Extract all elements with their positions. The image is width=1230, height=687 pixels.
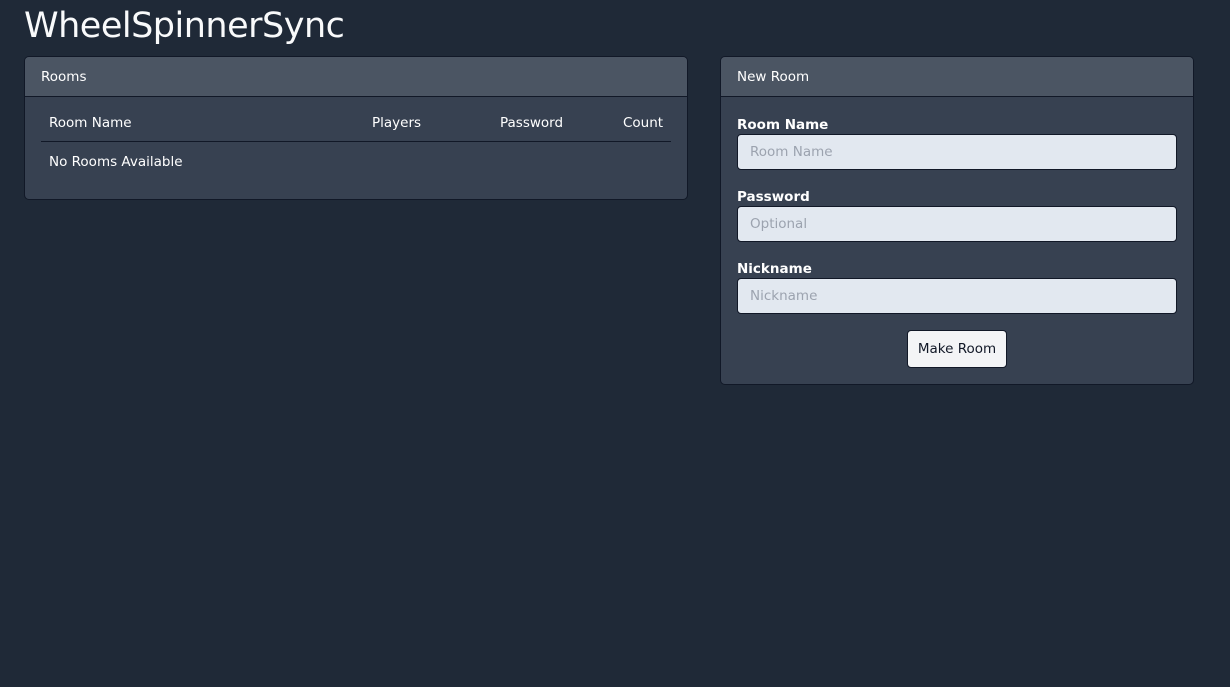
make-room-button[interactable]: Make Room xyxy=(907,330,1007,368)
new-room-panel: New Room Room Name Password Nickname Mak… xyxy=(720,56,1194,385)
room-name-label: Room Name xyxy=(737,117,829,133)
rooms-panel-header: Rooms xyxy=(25,57,687,97)
rooms-table: Room Name Players Password Count No Room… xyxy=(41,115,671,182)
rooms-table-header-row: Room Name Players Password Count xyxy=(41,115,671,142)
nickname-input[interactable] xyxy=(737,278,1177,314)
app-title: WheelSpinnerSync xyxy=(24,6,345,46)
table-row: No Rooms Available xyxy=(41,142,671,183)
new-room-panel-header: New Room xyxy=(721,57,1193,97)
rooms-panel: Rooms Room Name Players Password Count N… xyxy=(24,56,688,200)
empty-rooms-message: No Rooms Available xyxy=(49,154,183,170)
password-label: Password xyxy=(737,189,810,205)
column-header-password: Password xyxy=(492,115,615,142)
column-header-count: Count xyxy=(615,115,671,142)
column-header-room-name: Room Name xyxy=(41,115,364,142)
room-name-input[interactable] xyxy=(737,134,1177,170)
password-input[interactable] xyxy=(737,206,1177,242)
nickname-label: Nickname xyxy=(737,261,812,277)
column-header-players: Players xyxy=(364,115,492,142)
